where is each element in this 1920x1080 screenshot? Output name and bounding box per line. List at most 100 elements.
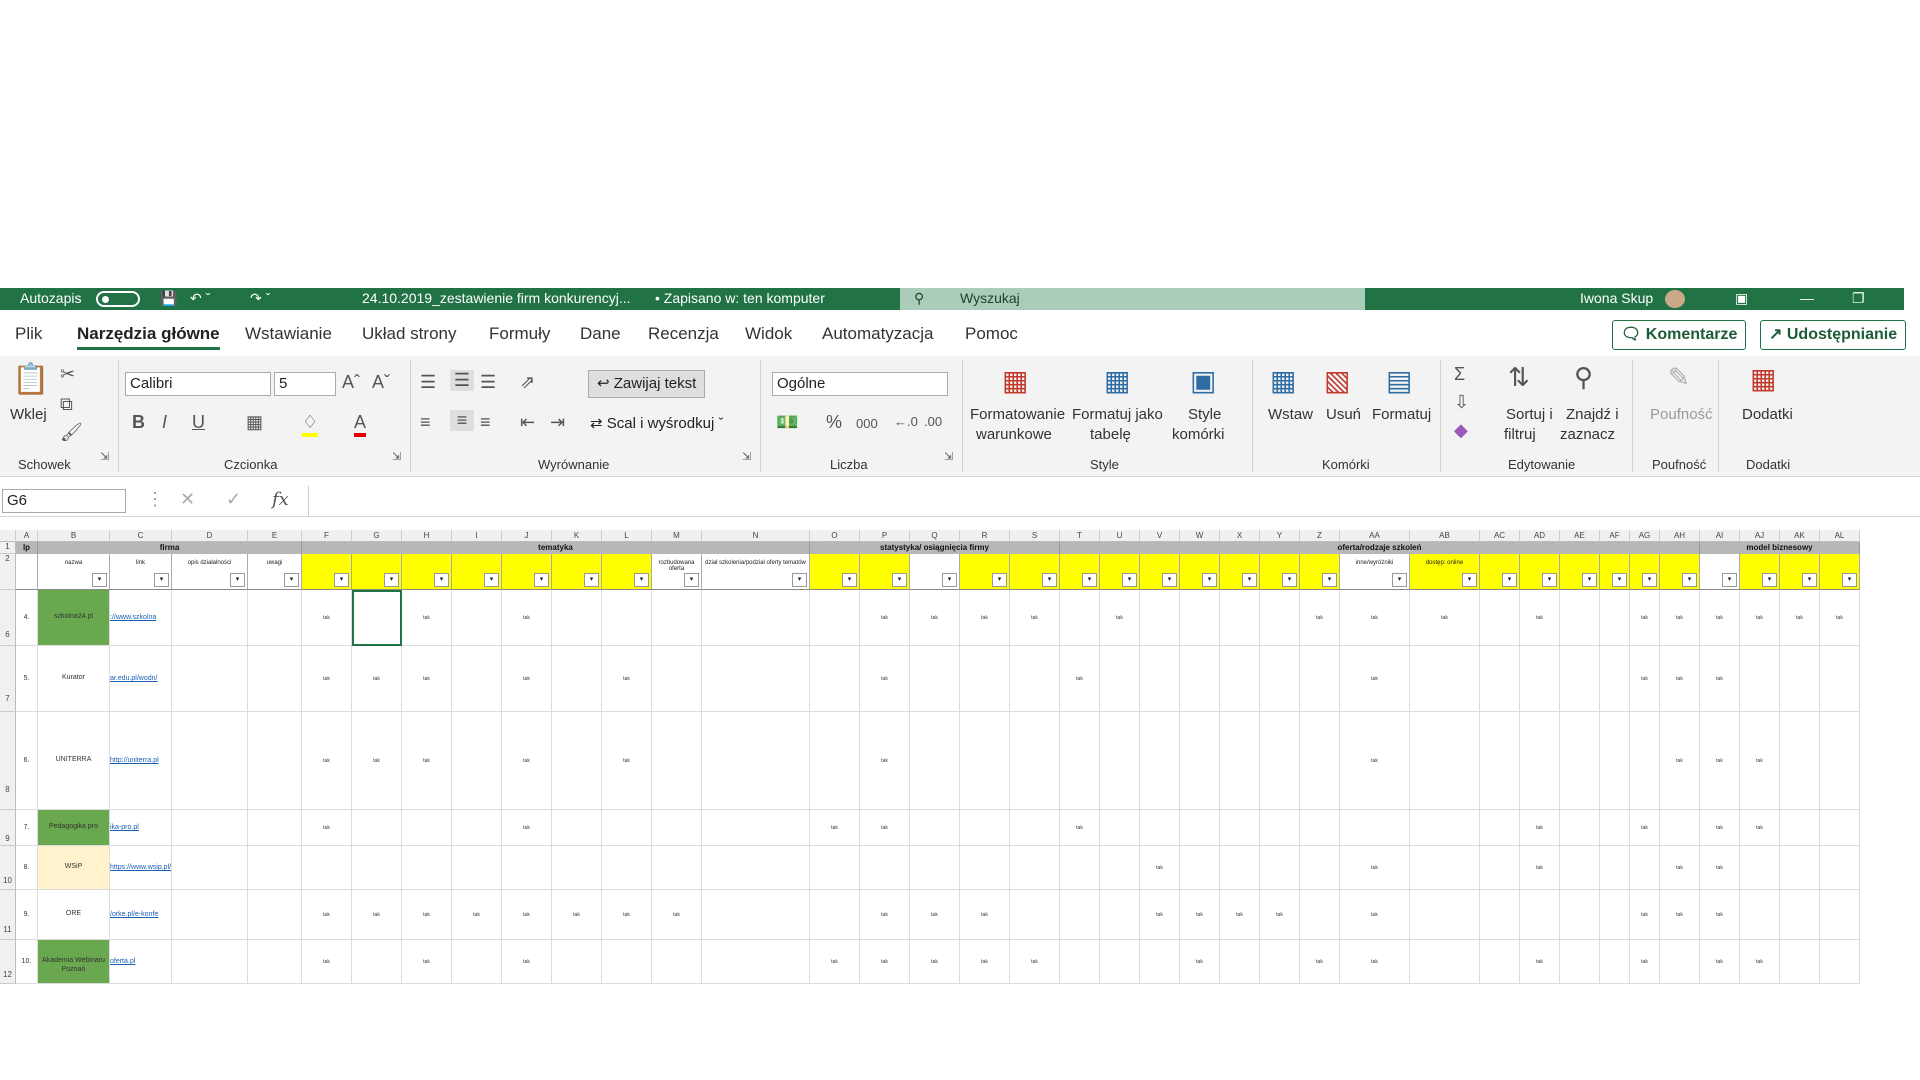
table-cell[interactable] — [1480, 712, 1520, 810]
table-cell[interactable]: tak — [1140, 890, 1180, 940]
table-cell[interactable] — [1660, 810, 1700, 846]
table-cell[interactable] — [1820, 890, 1860, 940]
column-header[interactable]: L — [602, 530, 652, 542]
table-cell[interactable] — [1410, 646, 1480, 712]
table-cell[interactable] — [810, 712, 860, 810]
column-header[interactable]: V — [1140, 530, 1180, 542]
table-cell[interactable] — [1560, 646, 1600, 712]
share-button[interactable]: ↗ Udostępnianie — [1760, 320, 1907, 350]
table-cell[interactable] — [352, 846, 402, 890]
column-header[interactable]: AI — [1700, 530, 1740, 542]
table-cell[interactable]: tak — [1740, 810, 1780, 846]
row-number[interactable]: 8. — [16, 846, 38, 890]
dialog-launcher-icon[interactable]: ⇲ — [742, 450, 751, 463]
filter-dropdown-icon[interactable]: ▾ — [584, 573, 599, 587]
table-cell[interactable] — [1780, 890, 1820, 940]
table-cell[interactable]: tak — [602, 890, 652, 940]
filter-dropdown-icon[interactable]: ▾ — [992, 573, 1007, 587]
table-cell[interactable]: tak — [302, 940, 352, 984]
column-header[interactable]: AA — [1340, 530, 1410, 542]
table-cell[interactable] — [502, 846, 552, 890]
row-number[interactable]: 6. — [16, 712, 38, 810]
table-cell[interactable] — [1060, 590, 1100, 646]
table-cell[interactable] — [1260, 712, 1300, 810]
tab-page-layout[interactable]: Układ strony — [362, 324, 456, 344]
table-cell[interactable] — [1560, 810, 1600, 846]
table-cell[interactable]: tak — [1630, 646, 1660, 712]
table-cell[interactable] — [1260, 846, 1300, 890]
table-cell[interactable] — [248, 646, 302, 712]
comments-button[interactable]: 🗨 Komentarze — [1612, 320, 1747, 350]
filter-dropdown-icon[interactable]: ▾ — [1202, 573, 1217, 587]
table-cell[interactable] — [1100, 646, 1140, 712]
column-header[interactable]: AL — [1820, 530, 1860, 542]
font-name-select[interactable]: Calibri — [125, 372, 271, 396]
save-icon[interactable]: 💾 — [160, 290, 177, 307]
table-cell[interactable] — [1560, 846, 1600, 890]
filter-dropdown-icon[interactable]: ▾ — [892, 573, 907, 587]
ribbon-display-icon[interactable]: ▣ — [1735, 290, 1748, 307]
table-cell[interactable]: tak — [502, 940, 552, 984]
table-cell[interactable]: tak — [1520, 940, 1560, 984]
table-cell[interactable] — [552, 590, 602, 646]
tab-file[interactable]: Plik — [15, 324, 42, 344]
sort-filter-button[interactable]: Sortuj i — [1506, 406, 1553, 423]
table-cell[interactable]: tak — [1630, 890, 1660, 940]
table-cell[interactable] — [1180, 646, 1220, 712]
table-cell[interactable] — [702, 810, 810, 846]
company-name[interactable]: szkolna24.pl — [38, 590, 110, 646]
column-header[interactable]: AG — [1630, 530, 1660, 542]
company-name[interactable]: Kurator — [38, 646, 110, 712]
table-cell[interactable]: tak — [352, 712, 402, 810]
table-cell[interactable] — [1100, 712, 1140, 810]
table-cell[interactable]: tak — [302, 890, 352, 940]
row-number[interactable]: 9. — [16, 890, 38, 940]
filter-dropdown-icon[interactable]: ▾ — [434, 573, 449, 587]
table-cell[interactable]: tak — [1660, 846, 1700, 890]
table-cell[interactable] — [1100, 810, 1140, 846]
column-header[interactable]: AD — [1520, 530, 1560, 542]
number-format-select[interactable]: Ogólne — [772, 372, 948, 396]
table-cell[interactable] — [1600, 712, 1630, 810]
tab-review[interactable]: Recenzja — [648, 324, 719, 344]
table-cell[interactable] — [702, 890, 810, 940]
table-cell[interactable] — [1140, 810, 1180, 846]
table-cell[interactable] — [602, 810, 652, 846]
table-cell[interactable] — [1140, 712, 1180, 810]
filter-dropdown-icon[interactable]: ▾ — [534, 573, 549, 587]
dialog-launcher-icon[interactable]: ⇲ — [944, 450, 953, 463]
table-cell[interactable] — [1060, 940, 1100, 984]
table-cell[interactable] — [1480, 940, 1520, 984]
row-number[interactable]: 5. — [16, 646, 38, 712]
table-cell[interactable]: tak — [910, 940, 960, 984]
table-cell[interactable]: tak — [302, 646, 352, 712]
table-cell[interactable] — [1410, 712, 1480, 810]
table-cell[interactable] — [172, 590, 248, 646]
autosave-toggle[interactable] — [96, 291, 140, 307]
table-cell[interactable]: tak — [860, 810, 910, 846]
table-cell[interactable] — [1480, 646, 1520, 712]
merge-center-button[interactable]: ⇄ Scal i wyśrodkuj ˇ — [590, 414, 723, 432]
cell-styles-button[interactable]: Style — [1188, 406, 1221, 423]
table-cell[interactable]: tak — [1520, 846, 1560, 890]
table-cell[interactable]: tak — [1100, 590, 1140, 646]
document-title[interactable]: 24.10.2019_zestawienie firm konkurencyj.… — [362, 290, 630, 306]
table-cell[interactable] — [172, 890, 248, 940]
table-cell[interactable]: tak — [860, 646, 910, 712]
table-cell[interactable] — [1260, 810, 1300, 846]
filter-dropdown-icon[interactable]: ▾ — [1802, 573, 1817, 587]
dialog-launcher-icon[interactable]: ⇲ — [100, 450, 109, 463]
table-cell[interactable]: tak — [860, 590, 910, 646]
table-cell[interactable]: tak — [352, 890, 402, 940]
table-cell[interactable] — [1260, 646, 1300, 712]
clear-icon[interactable]: ◆ — [1454, 420, 1468, 441]
format-cells-icon[interactable]: ▤ — [1386, 364, 1412, 397]
column-header[interactable]: U — [1100, 530, 1140, 542]
table-cell[interactable]: tak — [1340, 846, 1410, 890]
table-cell[interactable]: tak — [1630, 810, 1660, 846]
column-header[interactable]: T — [1060, 530, 1100, 542]
table-cell[interactable] — [1100, 890, 1140, 940]
table-cell[interactable] — [1260, 940, 1300, 984]
column-header[interactable]: O — [810, 530, 860, 542]
table-cell[interactable] — [910, 712, 960, 810]
